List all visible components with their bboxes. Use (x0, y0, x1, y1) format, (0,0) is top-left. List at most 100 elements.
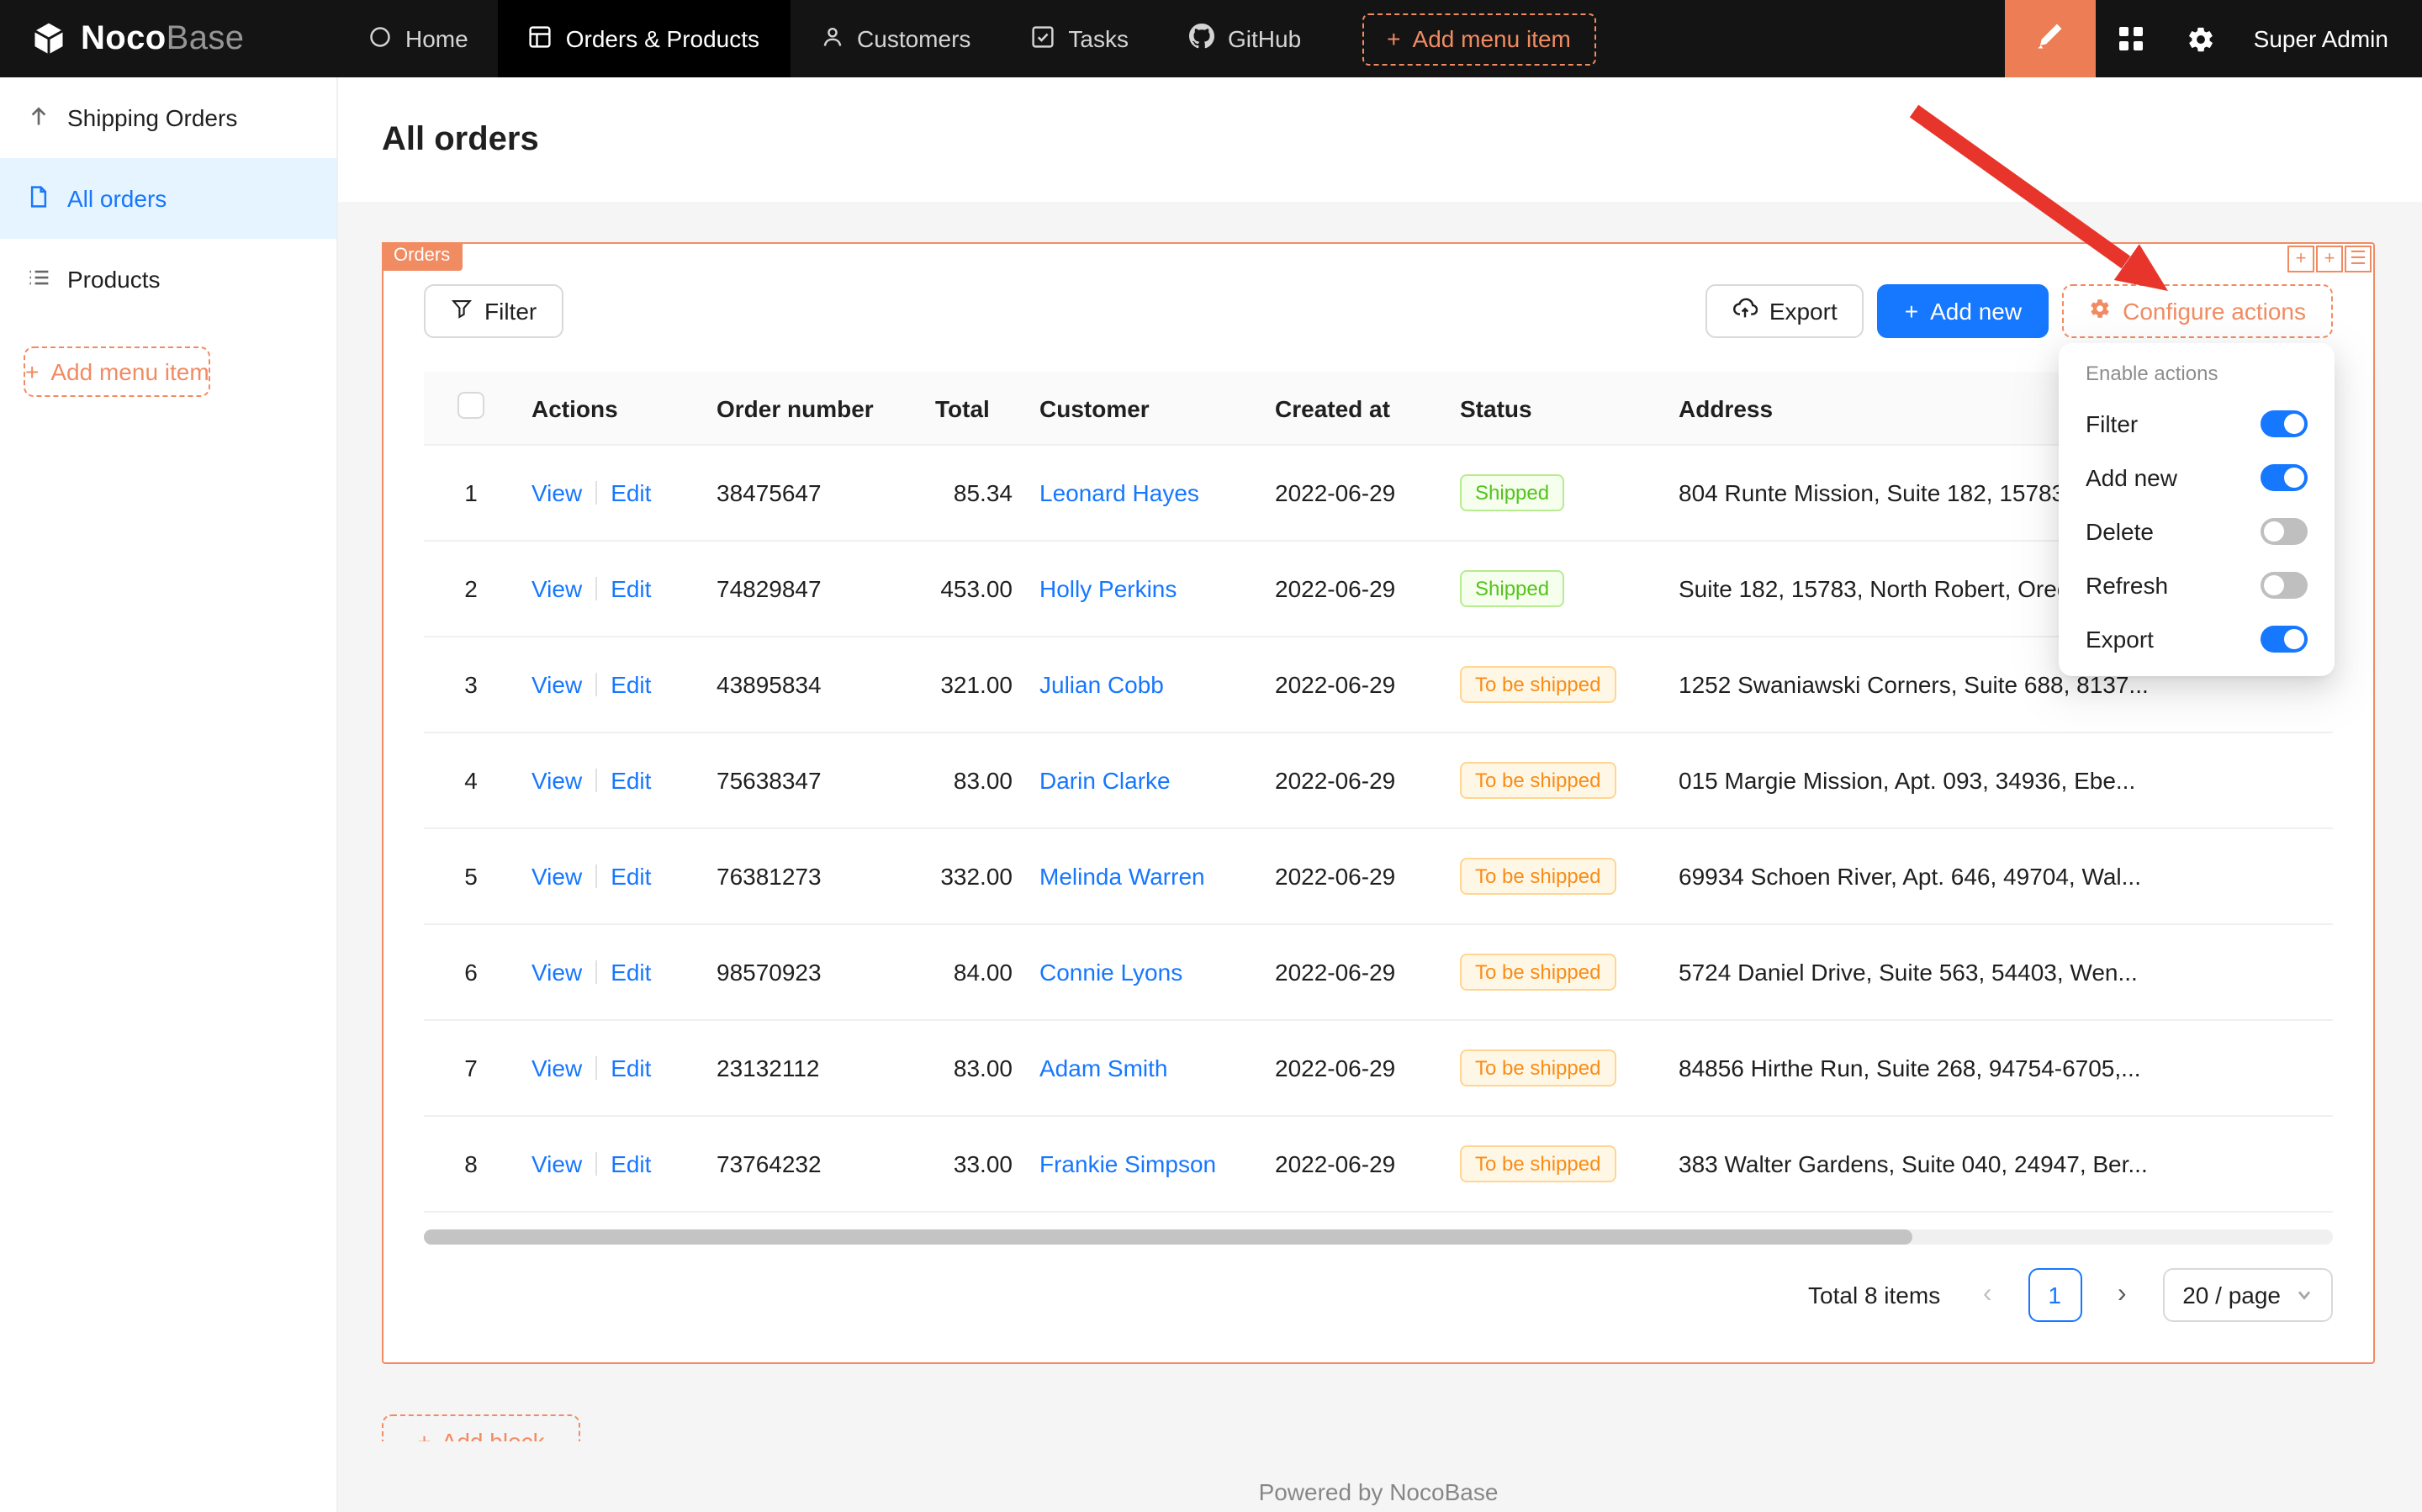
customer-link[interactable]: Melinda Warren (1039, 863, 1205, 890)
arrow-up-icon (27, 103, 50, 132)
edit-link[interactable]: Edit (611, 671, 651, 698)
edit-link[interactable]: Edit (611, 1150, 651, 1177)
column-header-status: Status (1446, 372, 1665, 445)
edit-link[interactable]: Edit (611, 959, 651, 986)
customer-cell: Connie Lyons (1026, 924, 1261, 1020)
customer-link[interactable]: Holly Perkins (1039, 575, 1177, 602)
chevron-down-icon (2296, 1282, 2313, 1308)
table-row: 3 ViewEdit 43895834 321.00 Julian Cobb 2… (424, 637, 2333, 732)
block-designer-toolbar: + + ☰ (2287, 246, 2372, 272)
add-menu-item-button-navbar[interactable]: + Add menu item (1362, 13, 1596, 65)
customer-link[interactable]: Connie Lyons (1039, 959, 1182, 986)
total-cell: 332.00 (922, 828, 1026, 924)
add-new-button[interactable]: + Add new (1878, 284, 2049, 338)
toggle-switch-add-new[interactable] (2261, 464, 2308, 491)
nav-item-tasks[interactable]: Tasks (1001, 0, 1159, 77)
add-block-button[interactable]: + Add block (382, 1414, 580, 1441)
nav-item-customers[interactable]: Customers (790, 0, 1001, 77)
vertical-divider (595, 864, 597, 888)
dropdown-item-label: Export (2086, 626, 2154, 653)
dropdown-title: Enable actions (2065, 353, 2328, 397)
sidebar-item-all-orders[interactable]: All orders (0, 158, 336, 239)
add-menu-item-label: Add menu item (1413, 25, 1571, 52)
page-header: All orders (338, 77, 2422, 202)
customer-link[interactable]: Julian Cobb (1039, 671, 1164, 698)
view-link[interactable]: View (531, 1055, 582, 1081)
export-button[interactable]: Export (1705, 284, 1864, 338)
customer-link[interactable]: Leonard Hayes (1039, 479, 1199, 506)
view-link[interactable]: View (531, 767, 582, 794)
dropdown-item-delete[interactable]: Delete (2065, 505, 2328, 558)
created-at-cell: 2022-06-29 (1261, 732, 1446, 828)
nocobase-logo[interactable]: NocoBase (0, 19, 338, 58)
total-cell: 83.00 (922, 1020, 1026, 1116)
edit-link[interactable]: Edit (611, 1055, 651, 1081)
toggle-switch-export[interactable] (2261, 626, 2308, 653)
customer-link[interactable]: Darin Clarke (1039, 767, 1171, 794)
block-collection-tag: Orders (382, 242, 462, 271)
add-menu-item-button-sidebar[interactable]: + Add menu item (24, 346, 211, 397)
filter-button[interactable]: Filter (424, 284, 563, 338)
nav-item-orders-products[interactable]: Orders & Products (499, 0, 790, 77)
configure-actions-button[interactable]: Configure actions (2062, 284, 2333, 338)
current-user[interactable]: Super Admin (2254, 25, 2388, 52)
ui-editor-button[interactable] (2005, 0, 2096, 77)
pagination-next-button[interactable]: › (2095, 1268, 2149, 1322)
view-link[interactable]: View (531, 1150, 582, 1177)
sidebar-item-products[interactable]: Products (0, 239, 336, 320)
address-cell: 383 Walter Gardens, Suite 040, 24947, Be… (1665, 1116, 2333, 1212)
table-row: 1 ViewEdit 38475647 85.34 Leonard Hayes … (424, 445, 2333, 541)
column-header-created-at: Created at (1261, 372, 1446, 445)
dropdown-item-export[interactable]: Export (2065, 612, 2328, 666)
actions-cell: View Edit (518, 445, 703, 541)
edit-link[interactable]: Edit (611, 767, 651, 794)
orders-table: Actions Order number Total Customer Crea… (424, 372, 2333, 1213)
page-size-select[interactable]: 20 / page (2162, 1268, 2333, 1322)
page-size-value: 20 / page (2182, 1282, 2281, 1308)
toggle-switch-delete[interactable] (2261, 518, 2308, 545)
vertical-divider (595, 960, 597, 984)
navbar-right: Super Admin (2005, 0, 2422, 77)
add-block-above-icon[interactable]: + (2287, 246, 2314, 272)
settings-gear-icon[interactable] (2166, 0, 2237, 77)
block-menu-icon[interactable]: ☰ (2345, 246, 2372, 272)
view-link[interactable]: View (531, 575, 582, 602)
edit-link[interactable]: Edit (611, 479, 651, 506)
add-new-label: Add new (1930, 298, 2022, 325)
view-link[interactable]: View (531, 479, 582, 506)
dropdown-item-filter[interactable]: Filter (2065, 397, 2328, 451)
edit-link[interactable]: Edit (611, 863, 651, 890)
customer-link[interactable]: Frankie Simpson (1039, 1150, 1216, 1177)
status-cell: To be shipped (1446, 828, 1665, 924)
dropdown-item-add-new[interactable]: Add new (2065, 451, 2328, 505)
customer-link[interactable]: Adam Smith (1039, 1055, 1168, 1081)
home-icon (368, 24, 392, 53)
pagination-page-1[interactable]: 1 (2028, 1268, 2081, 1322)
customers-icon (820, 24, 843, 53)
nav-item-github[interactable]: GitHub (1159, 0, 1331, 77)
table-header-row: Actions Order number Total Customer Crea… (424, 372, 2333, 445)
toggle-switch-filter[interactable] (2261, 410, 2308, 437)
edit-link[interactable]: Edit (611, 575, 651, 602)
address-cell: 84856 Hirthe Run, Suite 268, 94754-6705,… (1665, 1020, 2333, 1116)
order-number-cell: 73764232 (703, 1116, 922, 1212)
pagination-prev-button[interactable]: ‹ (1960, 1268, 2014, 1322)
apps-grid-icon[interactable] (2096, 0, 2166, 77)
orders-table-body: 1 ViewEdit 38475647 85.34 Leonard Hayes … (424, 445, 2333, 1212)
initializer-plus-icon[interactable]: + (2316, 246, 2343, 272)
scrollbar-thumb[interactable] (424, 1229, 1913, 1245)
page-title: All orders (382, 120, 539, 159)
toggle-switch-refresh[interactable] (2261, 572, 2308, 599)
view-link[interactable]: View (531, 959, 582, 986)
dropdown-item-refresh[interactable]: Refresh (2065, 558, 2328, 612)
select-all-checkbox[interactable] (457, 392, 484, 419)
highlighter-pen-icon (2036, 22, 2065, 56)
sidebar-item-shipping-orders[interactable]: Shipping Orders (0, 77, 336, 158)
created-at-cell: 2022-06-29 (1261, 637, 1446, 732)
nav-item-home[interactable]: Home (338, 0, 499, 77)
view-link[interactable]: View (531, 863, 582, 890)
view-link[interactable]: View (531, 671, 582, 698)
top-navbar: NocoBase Home Orders & Products Customer… (0, 0, 2422, 77)
status-badge: To be shipped (1460, 858, 1616, 895)
vertical-divider (595, 577, 597, 600)
